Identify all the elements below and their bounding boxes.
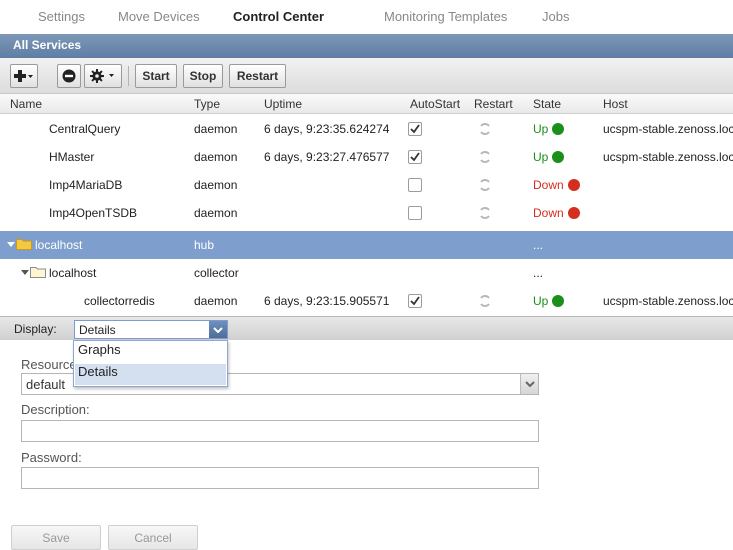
restart-icon[interactable] — [478, 150, 492, 164]
stop-button[interactable]: Stop — [183, 64, 223, 88]
tab-jobs[interactable]: Jobs — [542, 9, 569, 24]
password-field[interactable] — [21, 467, 539, 489]
cancel-button[interactable]: Cancel — [108, 525, 198, 550]
column-uptime[interactable]: Uptime — [264, 97, 302, 111]
service-type: daemon — [194, 294, 238, 308]
service-state: Up — [533, 122, 565, 136]
display-select[interactable]: Details — [74, 320, 228, 339]
column-host[interactable]: Host — [603, 97, 628, 111]
start-button[interactable]: Start — [135, 64, 177, 88]
service-state: Down — [533, 178, 580, 192]
service-type: collector — [194, 266, 239, 280]
service-host: ucspm-stable.zenoss.loc — [603, 122, 733, 136]
table-row[interactable]: Imp4OpenTSDB daemon Down — [0, 199, 733, 227]
gear-icon — [90, 69, 114, 83]
service-uptime: 6 days, 9:23:15.905571 — [264, 294, 390, 308]
save-button[interactable]: Save — [11, 525, 101, 550]
power-icon — [552, 151, 565, 163]
restart-button[interactable]: Restart — [229, 64, 286, 88]
tab-move-devices[interactable]: Move Devices — [118, 9, 200, 24]
chevron-down-icon[interactable] — [209, 321, 227, 338]
service-state: ... — [533, 266, 544, 280]
restart-icon[interactable] — [478, 178, 492, 192]
service-type: hub — [194, 238, 215, 252]
column-autostart[interactable]: AutoStart — [410, 97, 460, 111]
service-uptime: 6 days, 9:23:35.624274 — [264, 122, 390, 136]
tab-settings[interactable]: Settings — [38, 9, 85, 24]
expand-arrow-icon[interactable] — [7, 242, 15, 247]
top-nav: Settings Move Devices Control Center Mon… — [0, 0, 733, 34]
service-name: localhost — [35, 238, 83, 252]
toolbar: Start Stop Restart — [0, 58, 733, 94]
settings-menu-button[interactable] — [84, 64, 122, 88]
column-type[interactable]: Type — [194, 97, 220, 111]
service-name: localhost — [49, 266, 97, 280]
service-name: CentralQuery — [49, 122, 121, 136]
service-type: daemon — [194, 178, 238, 192]
toolbar-separator — [128, 66, 129, 86]
panel-title-bar: All Services — [0, 34, 733, 58]
service-host: ucspm-stable.zenoss.loc — [603, 150, 733, 164]
service-name: HMaster — [49, 150, 95, 164]
service-name: Imp4OpenTSDB — [49, 206, 138, 220]
autostart-checkbox[interactable] — [408, 294, 422, 308]
chevron-down-icon[interactable] — [520, 374, 538, 394]
autostart-checkbox[interactable] — [408, 178, 422, 192]
autostart-checkbox[interactable] — [408, 150, 422, 164]
description-label: Description: — [21, 402, 90, 417]
dropdown-option-details[interactable]: Details — [75, 364, 226, 385]
service-state: Down — [533, 206, 580, 220]
display-select-value: Details — [79, 323, 116, 337]
table-row[interactable]: localhost collector ... — [0, 259, 733, 287]
service-type: daemon — [194, 206, 238, 220]
dropdown-option-graphs[interactable]: Graphs — [75, 342, 226, 363]
service-type: daemon — [194, 122, 238, 136]
folder-icon — [30, 267, 46, 278]
table-row[interactable]: CentralQuery daemon 6 days, 9:23:35.6242… — [0, 115, 733, 143]
tab-monitoring-templates[interactable]: Monitoring Templates — [384, 9, 507, 24]
autostart-checkbox[interactable] — [408, 122, 422, 136]
remove-button[interactable] — [57, 64, 81, 88]
power-icon — [552, 123, 565, 135]
service-state: Up — [533, 150, 565, 164]
power-icon — [567, 207, 580, 219]
restart-icon[interactable] — [478, 206, 492, 220]
table-row-selected[interactable]: localhost hub ... — [0, 231, 733, 259]
autostart-checkbox[interactable] — [408, 206, 422, 220]
checkmark-icon — [410, 296, 420, 306]
tab-control-center[interactable]: Control Center — [233, 9, 324, 24]
service-state: ... — [533, 238, 544, 252]
checkmark-icon — [410, 124, 420, 134]
add-icon — [14, 70, 33, 82]
restart-icon[interactable] — [478, 122, 492, 136]
column-restart[interactable]: Restart — [474, 97, 513, 111]
add-button[interactable] — [10, 64, 38, 88]
expand-arrow-icon[interactable] — [21, 270, 29, 275]
minus-circle-icon — [62, 69, 76, 83]
service-state: Up — [533, 294, 565, 308]
service-name: collectorredis — [84, 294, 155, 308]
restart-icon[interactable] — [478, 294, 492, 308]
grid-header: Name Type Uptime AutoStart Restart State… — [0, 94, 733, 114]
folder-icon — [16, 239, 32, 250]
power-icon — [552, 295, 565, 307]
panel-title: All Services — [13, 38, 82, 52]
checkmark-icon — [410, 152, 420, 162]
service-uptime: 6 days, 9:23:27.476577 — [264, 150, 390, 164]
display-bar: Display: Details — [0, 316, 733, 340]
column-name[interactable]: Name — [10, 97, 42, 111]
power-icon — [567, 179, 580, 191]
table-row[interactable]: Imp4MariaDB daemon Down — [0, 171, 733, 199]
resource-pool-value: default — [26, 377, 66, 392]
display-label: Display: — [14, 322, 57, 336]
column-state[interactable]: State — [533, 97, 561, 111]
password-label: Password: — [21, 450, 82, 465]
display-dropdown-list: Graphs Details — [73, 340, 228, 387]
service-type: daemon — [194, 150, 238, 164]
service-host: ucspm-stable.zenoss.loc — [603, 294, 733, 308]
table-row[interactable]: HMaster daemon 6 days, 9:23:27.476577 Up… — [0, 143, 733, 171]
description-field[interactable] — [21, 420, 539, 442]
service-name: Imp4MariaDB — [49, 178, 123, 192]
table-row[interactable]: collectorredis daemon 6 days, 9:23:15.90… — [0, 287, 733, 315]
